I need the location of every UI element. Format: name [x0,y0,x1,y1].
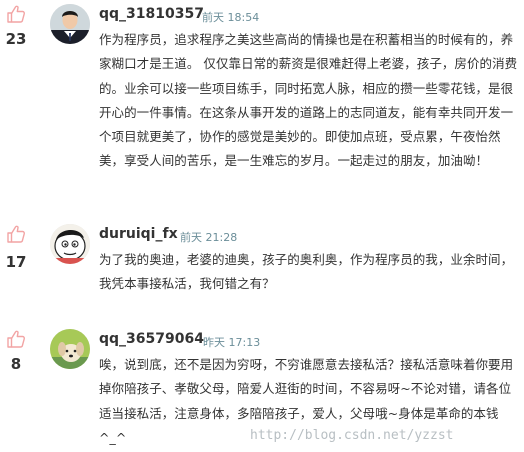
avatar[interactable] [50,224,90,264]
comment-text: 唉，说到底，还不是因为穷呀，不穷谁愿意去接私活？接私活意味着你要用掉你陪孩子、孝… [99,357,514,445]
comment-time: 前天 21:28 [180,231,238,244]
vote-count: 8 [10,355,22,373]
username-link[interactable]: qq_31810357 [99,6,204,22]
comment-item: 8 qq_36579064 昨天 17:13 唉，说到底，还不是因为穷呀，不穷谁… [0,325,524,452]
comment-item: 17 duruiqi_fx 前天 21:28 为了我的奥迪，老婆的迪奥，孩子的奥… [0,220,524,320]
username-link[interactable]: duruiqi_fx [99,226,178,242]
vote-box: 17 [0,220,40,271]
comment-text: 为了我的奥迪，老婆的迪奥，孩子的奥利奥，作为程序员的我，业余时间，我凭本事接私活… [99,252,514,292]
comment-time: 前天 18:54 [202,11,260,24]
avatar[interactable] [50,4,90,44]
thumbs-up-icon[interactable] [6,224,26,244]
thumbs-up-icon[interactable] [6,4,26,24]
vote-box: 8 [0,325,40,375]
vote-box: 23 [0,0,40,50]
vote-count: 17 [5,253,27,271]
comment-text: 作为程序员，追求程序之美这些高尚的情操也是在积蓄相当的时候有的，养家糊口才是王道… [99,32,518,169]
avatar[interactable] [50,329,90,369]
thumbs-up-icon[interactable] [6,329,26,349]
comment-time: 昨天 17:13 [203,336,261,349]
comment-item: 23 qq_31810357 前天 18:54 作为程序员，追求程序之美这些高尚… [0,0,524,210]
vote-count: 23 [5,30,27,48]
comment-list: 23 qq_31810357 前天 18:54 作为程序员，追求程序之美这些高尚… [0,0,524,452]
username-link[interactable]: qq_36579064 [99,331,204,347]
